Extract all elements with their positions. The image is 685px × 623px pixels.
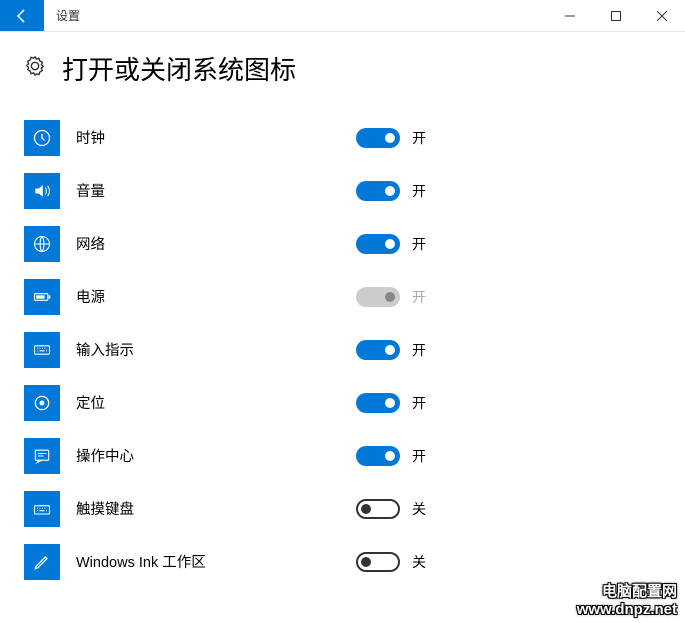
- watermark-line2: www.dnpz.net: [577, 601, 677, 619]
- toggle-wrap-location: 开: [356, 393, 426, 413]
- watermark-line1: 电脑配置网: [577, 583, 677, 601]
- toggle-wrap-volume: 开: [356, 181, 426, 201]
- battery-icon: [24, 279, 60, 315]
- toggle-clock[interactable]: [356, 128, 400, 148]
- gear-icon: [24, 55, 46, 82]
- options-list: 时钟开音量开网络开电源开输入指示开定位开操作中心开触摸键盘关Windows In…: [24, 111, 661, 588]
- toggle-wrap-windows-ink: 关: [356, 552, 426, 572]
- close-icon: [657, 11, 667, 21]
- toggle-state-label-power: 开: [412, 287, 426, 307]
- option-row-touch-keyboard: 触摸键盘 关: [24, 482, 661, 535]
- option-label-location: 定位: [76, 392, 356, 413]
- option-row-input: 输入指示 开: [24, 323, 661, 376]
- toggle-state-label-volume: 开: [412, 181, 426, 201]
- maximize-icon: [611, 11, 621, 21]
- option-label-clock: 时钟: [76, 127, 356, 148]
- volume-icon: [24, 173, 60, 209]
- toggle-windows-ink[interactable]: [356, 552, 400, 572]
- close-button[interactable]: [639, 0, 685, 31]
- page-header: 打开或关闭系统图标: [24, 50, 661, 87]
- option-label-volume: 音量: [76, 180, 356, 201]
- toggle-wrap-touch-keyboard: 关: [356, 499, 426, 519]
- toggle-state-label-location: 开: [412, 393, 426, 413]
- toggle-wrap-power: 开: [356, 287, 426, 307]
- option-row-power: 电源 开: [24, 270, 661, 323]
- toggle-wrap-network: 开: [356, 234, 426, 254]
- option-row-volume: 音量 开: [24, 164, 661, 217]
- toggle-touch-keyboard[interactable]: [356, 499, 400, 519]
- page-title: 打开或关闭系统图标: [62, 50, 296, 87]
- clock-icon: [24, 120, 60, 156]
- toggle-state-label-network: 开: [412, 234, 426, 254]
- toggle-state-label-action-center: 开: [412, 446, 426, 466]
- maximize-button[interactable]: [593, 0, 639, 31]
- toggle-location[interactable]: [356, 393, 400, 413]
- option-row-network: 网络 开: [24, 217, 661, 270]
- option-row-clock: 时钟 开: [24, 111, 661, 164]
- option-label-power: 电源: [76, 286, 356, 307]
- content-area: 打开或关闭系统图标 时钟开音量开网络开电源开输入指示开定位开操作中心开触摸键盘关…: [0, 32, 685, 588]
- option-label-input: 输入指示: [76, 339, 356, 360]
- minimize-button[interactable]: [547, 0, 593, 31]
- pen-icon: [24, 544, 60, 580]
- keyboard-icon: [24, 332, 60, 368]
- target-icon: [24, 385, 60, 421]
- toggle-wrap-input: 开: [356, 340, 426, 360]
- toggle-wrap-action-center: 开: [356, 446, 426, 466]
- touch-keyboard-icon: [24, 491, 60, 527]
- minimize-icon: [565, 11, 575, 21]
- option-row-action-center: 操作中心 开: [24, 429, 661, 482]
- back-button[interactable]: [0, 0, 44, 31]
- option-label-windows-ink: Windows Ink 工作区: [76, 551, 356, 572]
- option-label-touch-keyboard: 触摸键盘: [76, 498, 356, 519]
- option-label-network: 网络: [76, 233, 356, 254]
- toggle-power: [356, 287, 400, 307]
- toggle-state-label-windows-ink: 关: [412, 552, 426, 572]
- option-row-location: 定位 开: [24, 376, 661, 429]
- watermark: 电脑配置网 www.dnpz.net: [577, 583, 677, 619]
- toggle-state-label-clock: 开: [412, 128, 426, 148]
- toggle-input[interactable]: [356, 340, 400, 360]
- option-row-windows-ink: Windows Ink 工作区 关: [24, 535, 661, 588]
- arrow-left-icon: [14, 8, 30, 24]
- titlebar: 设置: [0, 0, 685, 32]
- notification-icon: [24, 438, 60, 474]
- toggle-action-center[interactable]: [356, 446, 400, 466]
- toggle-network[interactable]: [356, 234, 400, 254]
- window-title: 设置: [44, 0, 92, 31]
- toggle-state-label-input: 开: [412, 340, 426, 360]
- toggle-volume[interactable]: [356, 181, 400, 201]
- option-label-action-center: 操作中心: [76, 445, 356, 466]
- toggle-state-label-touch-keyboard: 关: [412, 499, 426, 519]
- toggle-wrap-clock: 开: [356, 128, 426, 148]
- globe-icon: [24, 226, 60, 262]
